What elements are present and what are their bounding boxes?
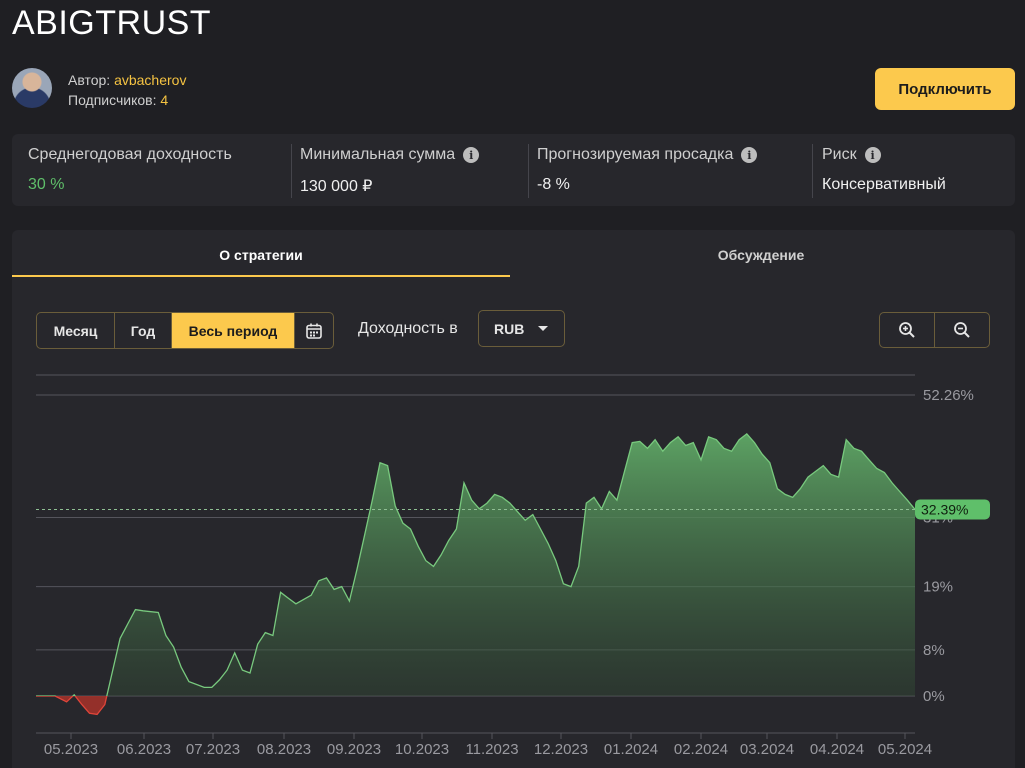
x-tick-label: 04.2024 xyxy=(810,741,864,758)
yield-chart[interactable]: 52.26%31%19%8%0%05.202306.202307.202308.… xyxy=(0,0,1025,768)
x-tick-label: 08.2023 xyxy=(257,741,311,758)
y-tick-label: 52.26% xyxy=(923,387,974,404)
x-tick-label: 05.2023 xyxy=(44,741,98,758)
y-tick-label: 0% xyxy=(923,688,945,705)
x-tick-label: 06.2023 xyxy=(117,741,171,758)
x-tick-label: 02.2024 xyxy=(674,741,728,758)
x-tick-label: 12.2023 xyxy=(534,741,588,758)
x-tick-label: 07.2023 xyxy=(186,741,240,758)
current-value-label: 32.39% xyxy=(921,501,968,517)
x-tick-label: 09.2023 xyxy=(327,741,381,758)
y-tick-label: 8% xyxy=(923,642,945,659)
x-tick-label: 11.2023 xyxy=(465,741,518,758)
y-tick-label: 19% xyxy=(923,579,953,596)
x-tick-label: 10.2023 xyxy=(395,741,449,758)
x-tick-label: 01.2024 xyxy=(604,741,658,758)
x-tick-label: 03.2024 xyxy=(740,741,794,758)
x-tick-label: 05.2024 xyxy=(878,741,932,758)
